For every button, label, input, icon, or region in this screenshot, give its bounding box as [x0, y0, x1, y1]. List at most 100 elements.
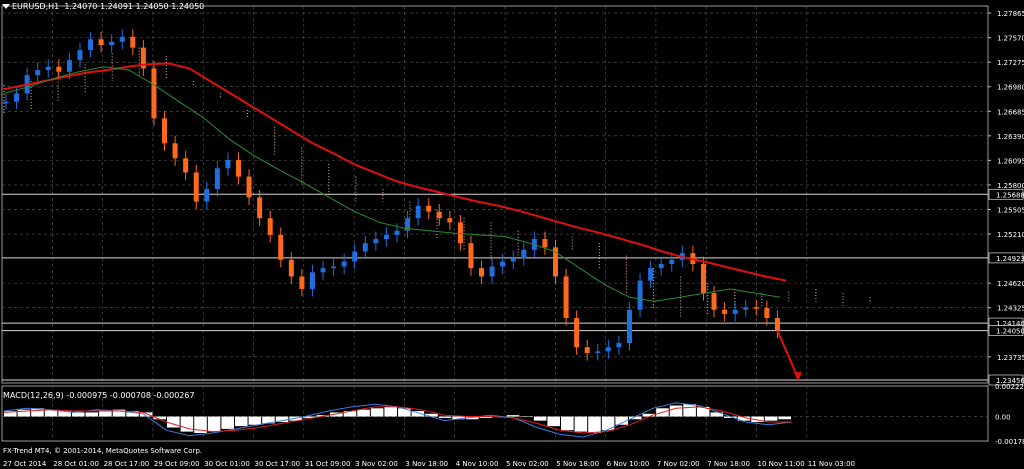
bull-candle — [362, 243, 368, 252]
bear-candle — [722, 309, 728, 314]
macd-histogram-bar — [506, 415, 520, 417]
bull-candle — [658, 263, 664, 269]
bull-candle — [394, 230, 400, 235]
bear-candle — [183, 158, 189, 173]
macd-histogram-bar — [574, 416, 588, 432]
bull-candle — [743, 307, 749, 310]
time-tick-label: 5 Nov 02:00 — [506, 460, 549, 468]
price-tick-label: 1.26685 — [997, 108, 1024, 116]
bull-candle — [320, 268, 326, 273]
macd-title: MACD(12,26,9) -0.000975 -0.000708 -0.000… — [3, 391, 195, 400]
price-tick-label: 1.25210 — [997, 231, 1024, 239]
bull-candle — [109, 41, 115, 46]
copyright-text: FX-Trend MT4, © 2001-2014, MetaQuotes So… — [3, 447, 203, 455]
bull-candle — [373, 239, 379, 244]
bear-candle — [193, 172, 199, 202]
price-marker-label: 1.25688 — [996, 191, 1024, 199]
price-marker-label: 1.24923 — [996, 255, 1024, 263]
time-tick-label: 7 Nov 02:00 — [657, 460, 700, 468]
bull-candle — [383, 234, 389, 240]
forecast-arrow-line — [776, 330, 799, 379]
bull-candle — [14, 93, 20, 102]
bull-candle — [341, 261, 347, 267]
macd-histogram-bar — [438, 416, 452, 418]
macd-histogram-bar — [221, 416, 234, 429]
price-tick-label: 1.25800 — [997, 182, 1024, 190]
time-tick-label: 5 Nov 18:00 — [556, 460, 599, 468]
ohlc-label: 1.24070 1.24091 1.24050 1.24050 — [64, 2, 205, 11]
bull-candle — [119, 36, 125, 42]
bull-candle — [510, 258, 516, 262]
bull-candle — [626, 309, 632, 344]
macd-histogram-bar — [357, 409, 370, 417]
bull-candle — [605, 347, 611, 352]
bull-candle — [77, 50, 83, 61]
price-tick-label: 1.26390 — [997, 133, 1024, 141]
bear-candle — [235, 159, 241, 177]
bear-candle — [56, 66, 62, 72]
bear-candle — [436, 211, 442, 219]
bear-candle — [162, 118, 168, 144]
bear-candle — [426, 205, 432, 212]
symbol-label: EURUSD,H1 — [12, 2, 60, 11]
price-tick-label: 1.27275 — [997, 59, 1024, 67]
price-tick-label: 1.25505 — [997, 206, 1024, 214]
bear-candle — [542, 239, 548, 248]
macd-tick-label: -0.001784 — [995, 438, 1024, 446]
bear-candle — [267, 218, 273, 235]
macd-histogram-bar — [520, 416, 533, 418]
bull-candle — [648, 268, 654, 281]
bull-candle — [669, 259, 675, 264]
macd-histogram-bar — [561, 416, 574, 431]
macd-histogram-bar — [533, 416, 547, 421]
bear-candle — [700, 263, 706, 294]
bear-candle — [288, 259, 294, 277]
bull-candle — [88, 39, 94, 51]
macd-histogram-bar — [669, 405, 683, 417]
macd-histogram-bar — [398, 408, 411, 417]
bull-candle — [214, 168, 220, 190]
bear-candle — [130, 36, 136, 48]
time-tick-label: 11 Nov 03:00 — [808, 460, 855, 468]
chevron-down-icon[interactable] — [2, 4, 10, 9]
price-tick-label: 1.26980 — [997, 84, 1024, 92]
macd-histogram-bar — [588, 416, 601, 433]
ma-slow-line — [3, 62, 787, 282]
time-tick-label: 30 Oct 17:00 — [255, 460, 301, 468]
macd-histogram-bar — [778, 416, 791, 420]
bear-candle — [479, 268, 485, 277]
bull-candle — [489, 266, 495, 277]
bear-candle — [468, 243, 474, 269]
time-tick-label: 7 Nov 18:00 — [707, 460, 750, 468]
time-tick-label: 31 Oct 09:00 — [305, 460, 351, 468]
bear-candle — [151, 68, 157, 119]
bull-candle — [500, 261, 506, 267]
price-tick-label: 1.24620 — [997, 280, 1024, 288]
bull-candle — [732, 309, 738, 314]
bull-candle — [204, 189, 210, 202]
macd-histogram-bar — [764, 416, 778, 421]
bear-candle — [574, 318, 580, 348]
time-tick-label: 3 Nov 02:00 — [355, 460, 398, 468]
bull-candle — [616, 343, 622, 348]
bull-candle — [415, 205, 421, 219]
bear-candle — [447, 218, 453, 223]
bear-candle — [246, 176, 252, 198]
bear-candle — [764, 308, 770, 319]
bull-candle — [637, 280, 643, 310]
macd-histogram-bar — [601, 416, 615, 431]
time-tick-label: 27 Oct 2014 — [3, 460, 47, 468]
macd-histogram-bar — [85, 412, 99, 417]
bear-candle — [711, 293, 717, 310]
bull-candle — [35, 70, 41, 76]
bear-candle — [774, 318, 780, 331]
macd-histogram-bar — [234, 416, 248, 427]
bear-candle — [299, 276, 305, 289]
bull-candle — [352, 251, 358, 262]
bull-candle — [521, 249, 527, 259]
macd-histogram-bar — [683, 404, 696, 417]
bear-candle — [584, 347, 590, 354]
bear-candle — [563, 276, 569, 319]
time-tick-label: 29 Oct 09:00 — [154, 460, 200, 468]
chart-title: EURUSD,H1 1.24070 1.24091 1.24050 1.2405… — [2, 2, 204, 11]
